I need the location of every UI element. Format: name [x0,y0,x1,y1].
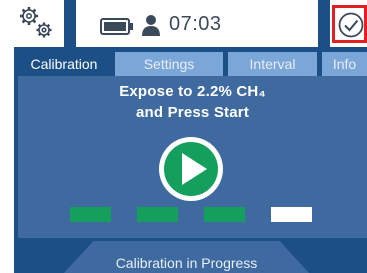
battery-icon [100,18,134,35]
footer: Calibration in Progress [14,238,367,273]
calibration-panel: Expose to 2.2% CH₄ and Press Start [18,76,367,238]
progress-segment [271,207,312,222]
status-bar-divider [64,0,76,47]
clock-time: 07:03 [169,13,222,35]
status-bar-divider [318,0,330,47]
play-icon [159,137,223,201]
checkmark-circle-icon [338,12,364,38]
tab-calibration[interactable]: Calibration [18,52,110,76]
status-bar: 07:03 [14,0,367,47]
tab-info[interactable]: Info [322,52,367,76]
confirm-button[interactable] [332,5,367,43]
settings-gears-button[interactable] [14,0,64,47]
status-tab: Calibration in Progress [64,241,309,273]
tab-bar: Calibration Settings Interval Info [18,52,367,76]
instruction-line-1: Expose to 2.2% CH₄ [119,83,266,100]
tab-interval[interactable]: Interval [228,52,317,76]
user-icon [140,14,162,36]
progress-segment [137,207,178,222]
instruction-line-2: and Press Start [135,104,250,121]
progress-segment [204,207,245,222]
gears-icon [20,7,52,38]
progress-segment [70,207,111,222]
device-screen: 07:03 Calibration Settings Interval Info… [14,0,367,273]
status-text: Calibration in Progress [115,255,258,271]
start-button[interactable] [157,135,225,203]
tab-settings[interactable]: Settings [115,52,223,76]
